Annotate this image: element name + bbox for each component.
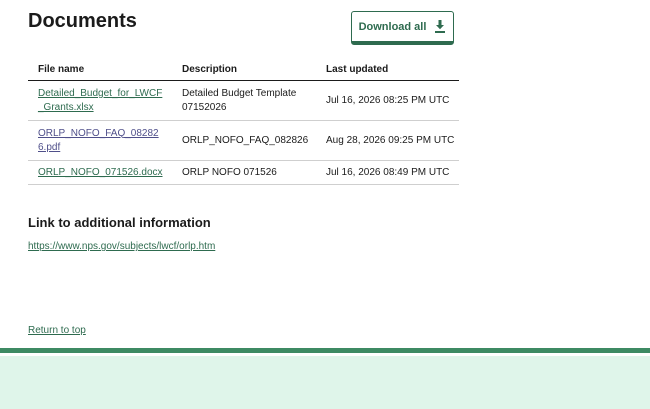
footer [0,356,650,409]
column-header-description: Description [172,58,316,81]
file-link[interactable]: Detailed_Budget_for_LWCF_Grants.xlsx [38,87,163,115]
additional-info-heading: Link to additional information [28,215,211,230]
file-name-cell: ORLP_NOFO_071526.docx [28,160,172,185]
file-link[interactable]: ORLP_NOFO_071526.docx [38,167,163,178]
column-header-last-updated: Last updated [316,58,459,81]
download-icon [434,20,446,33]
download-all-button[interactable]: Download all [351,11,454,45]
last-updated-cell: Aug 28, 2026 09:25 PM UTC [316,120,459,161]
file-name-cell: Detailed_Budget_for_LWCF_Grants.xlsx [28,80,172,121]
table-row: ORLP_NOFO_071526.docx ORLP NOFO 071526 J… [28,160,459,185]
page-title: Documents [28,10,137,32]
file-link[interactable]: ORLP_NOFO_FAQ_082826.pdf [38,127,163,155]
documents-table: File name Description Last updated Detai… [28,58,459,185]
return-to-top-link[interactable]: Return to top [28,325,86,336]
table-row: Detailed_Budget_for_LWCF_Grants.xlsx Det… [28,80,459,121]
last-updated-cell: Jul 16, 2026 08:49 PM UTC [316,160,459,185]
description-cell: ORLP_NOFO_FAQ_082826 [172,120,316,161]
additional-info-link[interactable]: https://www.nps.gov/subjects/lwcf/orlp.h… [28,241,215,252]
description-cell: Detailed Budget Template 07152026 [172,80,316,121]
column-header-file-name: File name [28,58,172,81]
file-name-cell: ORLP_NOFO_FAQ_082826.pdf [28,120,172,161]
table-row: ORLP_NOFO_FAQ_082826.pdf ORLP_NOFO_FAQ_0… [28,120,459,161]
download-all-label: Download all [358,20,427,33]
description-cell: ORLP NOFO 071526 [172,160,316,185]
last-updated-cell: Jul 16, 2026 08:25 PM UTC [316,80,459,121]
table-header-row: File name Description Last updated [28,58,459,81]
